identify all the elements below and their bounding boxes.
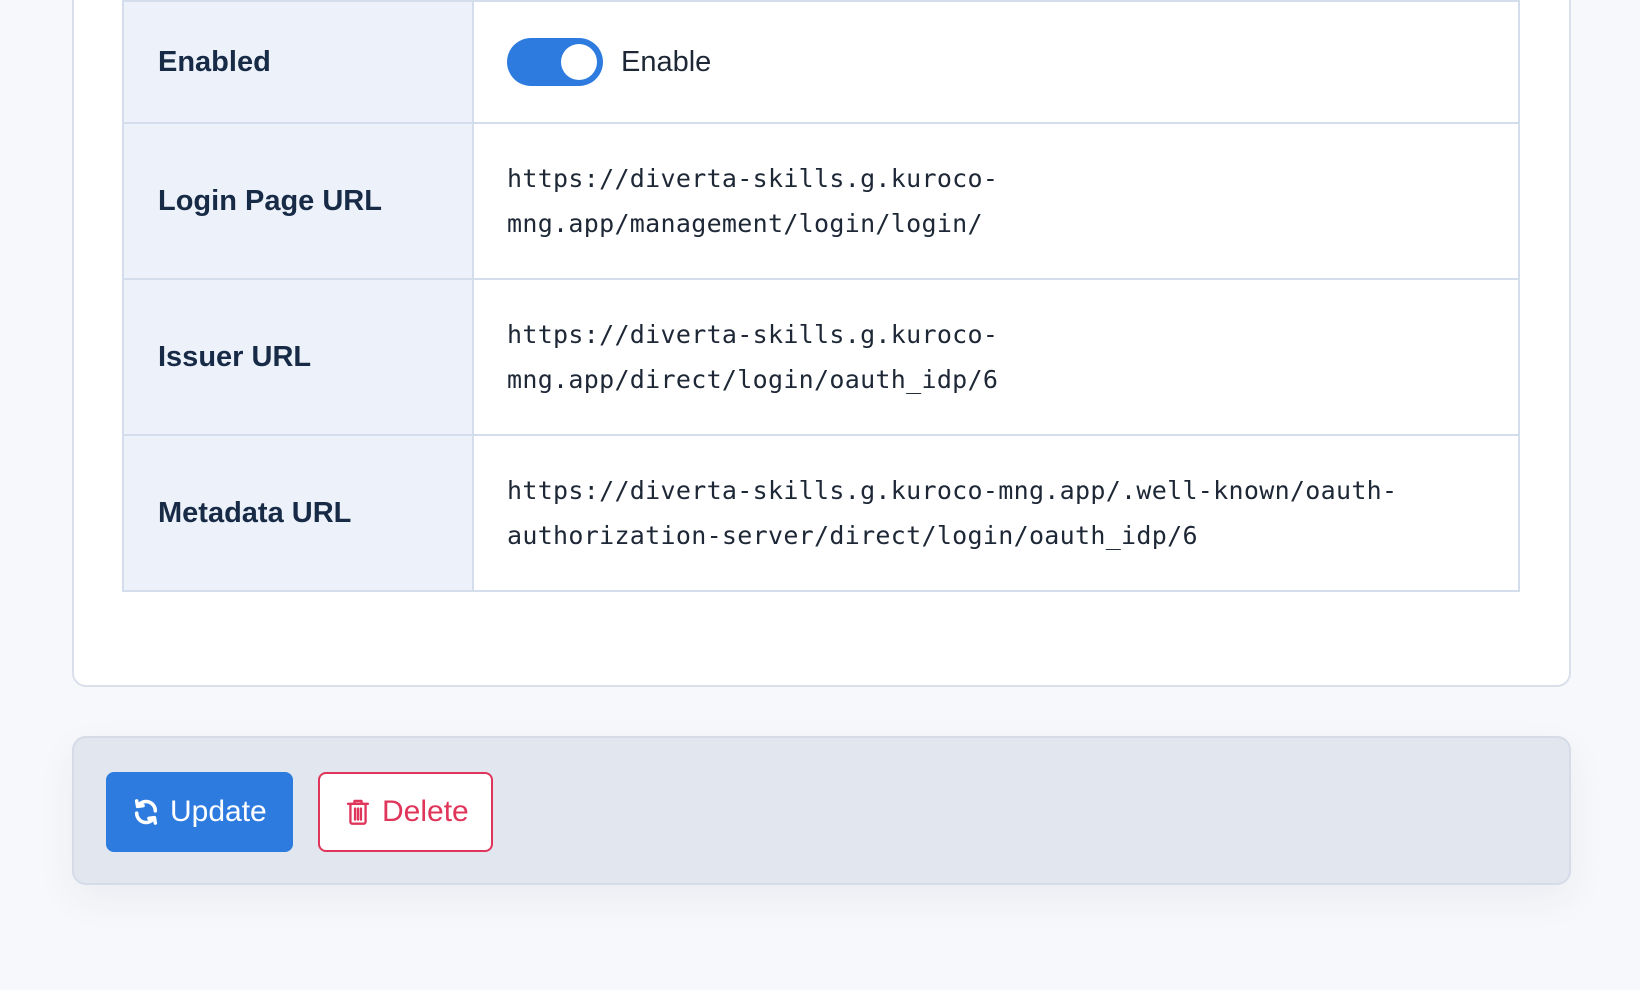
update-button-label: Update [170,795,267,828]
action-bar: Update Delete [72,736,1571,885]
metadata-url-value: https://diverta-skills.g.kuroco-mng.app/… [507,476,1398,550]
trash-icon [346,798,370,826]
enable-toggle-label[interactable]: Enable [621,46,711,79]
issuer-url-value: https://diverta-skills.g.kuroco- mng.app… [507,320,999,394]
toggle-knob [561,44,597,80]
delete-button[interactable]: Delete [318,772,493,852]
update-button[interactable]: Update [106,772,293,852]
delete-button-label: Delete [382,795,469,828]
table-row-enabled: Enabled Enable [122,0,1520,124]
row-value: https://diverta-skills.g.kuroco- mng.app… [472,122,1520,280]
table-row-metadata-url: Metadata URL https://diverta-skills.g.ku… [122,434,1520,592]
row-value: https://diverta-skills.g.kuroco- mng.app… [472,278,1520,436]
refresh-icon [132,798,160,826]
settings-table: Enabled Enable Login Page URL https://di… [122,0,1520,592]
row-label: Issuer URL [122,278,474,436]
row-value: https://diverta-skills.g.kuroco-mng.app/… [472,434,1520,592]
enable-toggle[interactable] [507,38,603,86]
row-value: Enable [472,0,1520,124]
row-label: Metadata URL [122,434,474,592]
enable-toggle-group: Enable [507,38,1488,86]
row-label: Enabled [122,0,474,124]
table-row-issuer-url: Issuer URL https://diverta-skills.g.kuro… [122,278,1520,436]
row-label: Login Page URL [122,122,474,280]
login-page-url-value: https://diverta-skills.g.kuroco- mng.app… [507,164,999,238]
table-row-login-page-url: Login Page URL https://diverta-skills.g.… [122,122,1520,280]
